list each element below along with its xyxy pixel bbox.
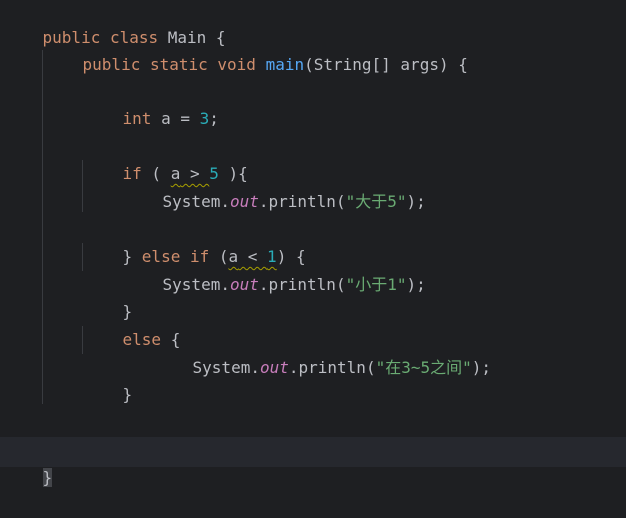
- method-params: (String[] args) {: [304, 55, 468, 74]
- brace: }: [122, 385, 133, 404]
- code-line-9[interactable]: } else if (a < 1) {: [0, 216, 626, 266]
- code-line-14[interactable]: }: [0, 354, 626, 404]
- method-call: .println(: [258, 192, 346, 211]
- code-line-6[interactable]: if ( a > 5 ){: [0, 133, 626, 183]
- code-line-1[interactable]: public class Main {: [0, 0, 626, 47]
- code-editor[interactable]: public class Main { public static void m…: [0, 0, 626, 487]
- code-line-10[interactable]: System.out.println("小于1");: [0, 244, 626, 294]
- class-ref: System.: [162, 192, 230, 211]
- keyword: int: [122, 109, 152, 128]
- code-line-2[interactable]: public static void main(String[] args) {: [0, 24, 626, 74]
- semicolon: ;: [209, 109, 219, 128]
- variable-decl: a =: [151, 109, 200, 128]
- code-line-16[interactable]: }: [0, 409, 626, 459]
- code-line-17[interactable]: }: [0, 437, 626, 487]
- code-line-11[interactable]: }: [0, 271, 626, 321]
- code-line-13[interactable]: System.out.println("在3~5之间");: [0, 327, 626, 377]
- method-name: main: [265, 55, 305, 74]
- code-line-12[interactable]: else {: [0, 299, 626, 349]
- brace: }: [42, 468, 53, 487]
- string-literal: "大于5": [345, 192, 407, 211]
- keyword: public static void: [82, 55, 256, 74]
- static-field: out: [229, 192, 259, 211]
- code-line-4[interactable]: int a = 3;: [0, 78, 626, 128]
- call-end: );: [406, 192, 426, 211]
- number-literal: 3: [199, 109, 210, 128]
- code-line-7[interactable]: System.out.println("大于5");: [0, 161, 626, 211]
